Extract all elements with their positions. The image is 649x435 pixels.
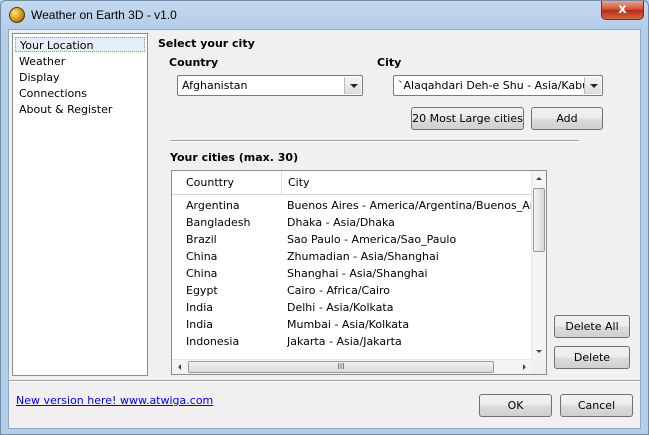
select-city-heading: Select your city (158, 37, 255, 50)
vertical-scrollbar[interactable] (531, 171, 546, 359)
scroll-corner (531, 359, 546, 374)
new-version-link[interactable]: New version here! www.atwiga.com (16, 394, 213, 407)
scroll-right-icon[interactable] (517, 360, 532, 374)
delete-button[interactable]: Delete (554, 346, 630, 369)
most-large-cities-button[interactable]: 20 Most Large cities (411, 107, 524, 130)
nav-item-your-location[interactable]: Your Location (15, 37, 145, 52)
column-header-city[interactable]: City (282, 171, 532, 195)
scroll-left-icon[interactable] (172, 360, 187, 374)
scroll-up-icon[interactable] (532, 171, 546, 186)
table-row[interactable]: Brazil Sao Paulo - America/Sao_Paulo (172, 231, 532, 248)
ok-button[interactable]: OK (479, 394, 552, 417)
cities-list[interactable]: Counttry City Argentina Buenos Aires - A… (171, 170, 547, 375)
cell-city: Sao Paulo - America/Sao_Paulo (287, 233, 457, 246)
cell-country: Bangladesh (186, 216, 251, 229)
dialog-body: Your Location Weather Display Connection… (8, 29, 641, 429)
window-title: Weather on Earth 3D - v1.0 (31, 8, 177, 22)
table-row[interactable]: Argentina Buenos Aires - America/Argenti… (172, 197, 532, 214)
table-row[interactable]: India Delhi - Asia/Kolkata (172, 299, 532, 316)
cell-country: China (186, 250, 218, 263)
city-select-value: `Alaqahdari Deh-e Shu - Asia/Kabul (398, 79, 584, 92)
table-row[interactable]: China Zhumadian - Asia/Shanghai (172, 248, 532, 265)
cell-city: Shanghai - Asia/Shanghai (287, 267, 428, 280)
cell-city: Dhaka - Asia/Dhaka (287, 216, 395, 229)
cell-country: Brazil (186, 233, 217, 246)
table-row[interactable]: Bangladesh Dhaka - Asia/Dhaka (172, 214, 532, 231)
cell-city: Cairo - Africa/Cairo (287, 284, 391, 297)
list-header: Counttry City (172, 171, 532, 195)
city-select[interactable]: `Alaqahdari Deh-e Shu - Asia/Kabul (393, 75, 603, 96)
nav-item-about-register[interactable]: About & Register (15, 102, 145, 117)
table-row[interactable]: China Shanghai - Asia/Shanghai (172, 265, 532, 282)
column-header-country[interactable]: Counttry (180, 171, 282, 195)
cell-country: India (186, 301, 213, 314)
chevron-down-icon[interactable] (344, 77, 361, 94)
scroll-down-icon[interactable] (532, 344, 546, 359)
cell-city: Jakarta - Asia/Jakarta (287, 335, 402, 348)
table-row[interactable]: Egypt Cairo - Africa/Cairo (172, 282, 532, 299)
nav-item-display[interactable]: Display (15, 70, 145, 85)
cell-city: Zhumadian - Asia/Shanghai (287, 250, 439, 263)
cell-city: Delhi - Asia/Kolkata (287, 301, 394, 314)
country-select[interactable]: Afghanistan (177, 75, 363, 96)
table-row[interactable]: India Mumbai - Asia/Kolkata (172, 316, 532, 333)
cell-country: Egypt (186, 284, 218, 297)
delete-all-button[interactable]: Delete All (554, 315, 630, 338)
nav-item-weather[interactable]: Weather (15, 54, 145, 69)
horizontal-scroll-thumb[interactable]: III (188, 361, 494, 373)
vertical-scroll-thumb[interactable] (533, 188, 545, 252)
add-button[interactable]: Add (531, 107, 603, 130)
cancel-button[interactable]: Cancel (560, 394, 633, 417)
country-select-value: Afghanistan (182, 79, 248, 92)
close-button[interactable]: x (601, 1, 644, 20)
section-divider (170, 140, 579, 142)
city-label: City (377, 56, 402, 69)
country-label: Country (169, 56, 219, 69)
table-row[interactable]: Indonesia Jakarta - Asia/Jakarta (172, 333, 532, 350)
cell-country: Indonesia (186, 335, 240, 348)
cell-city: Mumbai - Asia/Kolkata (287, 318, 410, 331)
cell-city: Buenos Aires - America/Argentina/Buenos_… (287, 199, 532, 212)
horizontal-scrollbar[interactable]: III (172, 359, 532, 374)
chevron-down-icon[interactable] (584, 77, 601, 94)
settings-nav: Your Location Weather Display Connection… (12, 33, 148, 376)
cell-country: China (186, 267, 218, 280)
globe-icon (9, 7, 25, 23)
app-window: Weather on Earth 3D - v1.0 x Your Locati… (0, 0, 649, 435)
cell-country: India (186, 318, 213, 331)
footer-divider (9, 380, 640, 382)
cell-country: Argentina (186, 199, 240, 212)
nav-item-connections[interactable]: Connections (15, 86, 145, 101)
title-bar[interactable]: Weather on Earth 3D - v1.0 x (1, 1, 648, 29)
your-cities-heading: Your cities (max. 30) (170, 151, 299, 164)
